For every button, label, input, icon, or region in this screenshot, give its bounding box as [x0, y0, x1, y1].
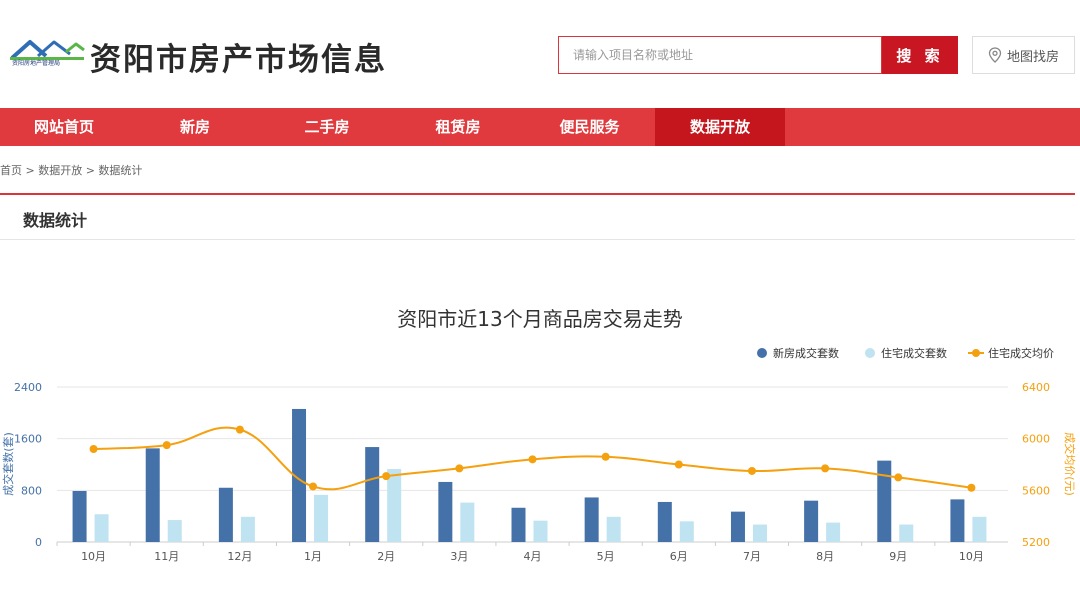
- legend-new-house-marker: [757, 348, 767, 358]
- panel-header: 数据统计: [0, 195, 1075, 240]
- legend-price-label: 住宅成交均价: [988, 346, 1054, 360]
- bar-new-house: [365, 447, 380, 542]
- y-tick-left: 0: [35, 536, 42, 549]
- price-point: [747, 466, 756, 475]
- price-point: [382, 472, 391, 481]
- bar-residential: [752, 524, 767, 542]
- y-tick-right: 5600: [1022, 484, 1050, 497]
- search-box: [558, 36, 882, 74]
- nav-public-service[interactable]: 便民服务: [524, 108, 655, 146]
- legend-price-marker: [972, 349, 980, 357]
- search-input[interactable]: [559, 37, 881, 73]
- price-point: [601, 452, 610, 461]
- price-point: [162, 441, 171, 450]
- bar-residential: [314, 494, 329, 542]
- bar-residential: [679, 521, 694, 542]
- bar-new-house: [72, 490, 87, 542]
- x-tick-label: 1月: [304, 550, 322, 563]
- bar-new-house: [438, 481, 453, 542]
- nav-home[interactable]: 网站首页: [0, 108, 128, 146]
- x-tick-label: 12月: [227, 550, 252, 563]
- chart-title: 资阳市近13个月商品房交易走势: [397, 307, 682, 331]
- bar-residential: [240, 516, 255, 542]
- price-point: [528, 455, 537, 464]
- panel-title: 数据统计: [23, 211, 88, 230]
- price-point: [455, 464, 464, 473]
- y-tick-left: 1600: [14, 433, 42, 446]
- nav-new-house[interactable]: 新房: [128, 108, 262, 146]
- bar-new-house: [218, 487, 233, 542]
- x-tick-label: 4月: [524, 550, 542, 563]
- price-point: [309, 482, 318, 491]
- bar-new-house: [950, 499, 965, 542]
- y-tick-left: 800: [21, 484, 42, 497]
- nav-resale-house[interactable]: 二手房: [262, 108, 392, 146]
- bar-residential: [899, 524, 914, 542]
- x-tick-label: 7月: [743, 550, 761, 563]
- price-point: [674, 460, 683, 469]
- x-tick-label: 5月: [597, 550, 615, 563]
- x-tick-label: 10月: [959, 550, 984, 563]
- housing-bureau-logo[interactable]: [8, 34, 86, 74]
- x-tick-label: 6月: [670, 550, 688, 563]
- y-axis-title-right: 成交均价(元): [1063, 432, 1077, 496]
- x-tick-label: 8月: [816, 550, 834, 563]
- main-nav: 网站首页 新房 二手房 租赁房 便民服务 数据开放: [0, 108, 1080, 146]
- legend-new-house-label: 新房成交套数: [773, 346, 839, 360]
- x-tick-label: 9月: [889, 550, 907, 563]
- breadcrumb: 首页 > 数据开放 > 数据统计: [0, 164, 143, 177]
- x-tick-label: 11月: [154, 550, 179, 563]
- y-tick-right: 6400: [1022, 381, 1050, 394]
- legend-residential-label: 住宅成交套数: [881, 346, 947, 360]
- bar-new-house: [804, 500, 819, 542]
- location-pin-icon: [988, 47, 1002, 63]
- bar-residential: [94, 514, 109, 542]
- bar-residential: [533, 520, 548, 542]
- bar-new-house: [657, 501, 672, 542]
- price-point: [821, 464, 830, 473]
- site-header: 资阳房地产管理局 资阳市房产市场信息 搜 索 地图找房: [0, 0, 1080, 108]
- price-point: [235, 425, 244, 434]
- x-tick-label: 2月: [377, 550, 395, 563]
- price-point: [89, 445, 98, 453]
- price-point: [894, 473, 903, 482]
- y-tick-right: 6000: [1022, 433, 1050, 446]
- y-tick-left: 2400: [14, 381, 42, 394]
- map-search-label: 地图找房: [1006, 49, 1059, 65]
- x-tick-label: 3月: [450, 550, 468, 563]
- bar-residential: [387, 469, 402, 542]
- nav-open-data[interactable]: 数据开放: [655, 108, 785, 146]
- x-tick-label: 10月: [81, 550, 106, 563]
- bar-new-house: [730, 511, 745, 542]
- site-title: 资阳市房产市场信息: [90, 42, 387, 78]
- legend-residential-marker: [865, 348, 875, 358]
- bar-new-house: [145, 448, 160, 542]
- bar-residential: [826, 522, 841, 542]
- y-axis-title-left: 成交套数(套): [1, 432, 15, 496]
- bar-residential: [167, 520, 182, 542]
- bar-new-house: [584, 497, 599, 542]
- bar-residential: [460, 502, 475, 542]
- bar-residential: [972, 516, 987, 542]
- logo-caption: 资阳房地产管理局: [12, 60, 61, 67]
- price-point: [967, 483, 976, 492]
- bar-new-house: [877, 460, 892, 542]
- bar-new-house: [511, 507, 526, 542]
- y-tick-right: 5200: [1022, 536, 1050, 549]
- search-button[interactable]: 搜 索: [882, 36, 958, 74]
- transaction-trend-chart: 资阳市近13个月商品房交易走势 0 800 1600 2400 5200 5600 6000 6…: [1, 307, 1077, 563]
- map-search-button[interactable]: 地图找房: [972, 36, 1075, 74]
- bar-residential: [606, 516, 621, 542]
- nav-rental-house[interactable]: 租赁房: [392, 108, 524, 146]
